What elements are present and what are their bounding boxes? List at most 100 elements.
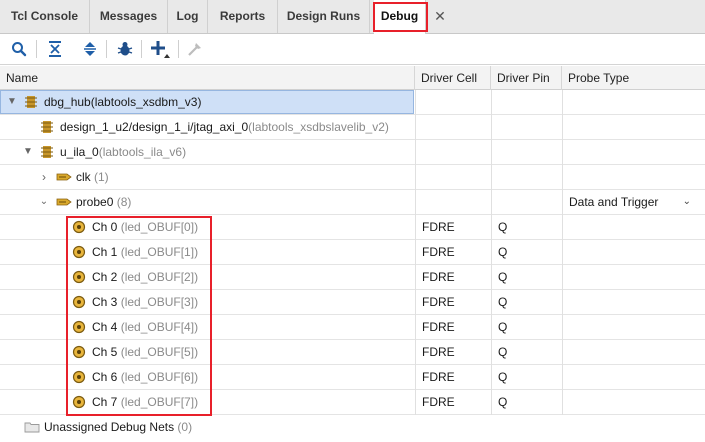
node-suffix: (8): [116, 195, 132, 209]
channel-net: (led_OBUF[2]): [120, 270, 199, 284]
node-suffix: (labtools_xsdbslavelib_v2): [248, 120, 389, 134]
net-icon: [72, 220, 86, 234]
collapse-all-icon[interactable]: [44, 38, 66, 60]
column-header-driver-pin[interactable]: Driver Pin: [491, 66, 562, 90]
tab-log[interactable]: Log: [168, 0, 208, 33]
table-row[interactable]: Ch 3 (led_OBUF[3]) FDRE Q: [0, 290, 705, 315]
tree-node-label: Ch 4 (led_OBUF[4]): [92, 315, 198, 339]
channel-name: Ch 0: [92, 220, 118, 234]
add-icon[interactable]: [148, 38, 170, 60]
tree-node-label: Ch 2 (led_OBUF[2]): [92, 265, 198, 289]
driver-cell-value: FDRE: [422, 370, 455, 384]
column-header-driver-cell[interactable]: Driver Cell: [415, 66, 491, 90]
channel-name: Ch 5: [92, 345, 118, 359]
tab-reports[interactable]: Reports: [208, 0, 278, 33]
driver-cell-value: FDRE: [422, 395, 455, 409]
node-suffix: (labtools_ila_v6): [98, 145, 187, 159]
table-row[interactable]: Ch 2 (led_OBUF[2]) FDRE Q: [0, 265, 705, 290]
table-header: Name Driver Cell Driver Pin Probe Type: [0, 66, 705, 90]
table-row[interactable]: Unassigned Debug Nets (0): [0, 415, 705, 440]
channel-net: (led_OBUF[7]): [120, 395, 199, 409]
node-name: dbg_hub: [44, 95, 91, 109]
table-row[interactable]: ▼ u_ila_0(labtools_ila_v6): [0, 140, 705, 165]
search-icon[interactable]: [8, 38, 30, 60]
column-divider: [562, 90, 563, 415]
driver-cell-value: FDRE: [422, 345, 455, 359]
table-row[interactable]: Ch 1 (led_OBUF[1]) FDRE Q: [0, 240, 705, 265]
toolbar-separator: [141, 40, 142, 58]
driver-pin-value: Q: [498, 220, 508, 234]
tab-design-runs[interactable]: Design Runs: [278, 0, 370, 33]
chevron-down-icon[interactable]: ▼: [6, 90, 18, 114]
driver-pin-value: Q: [498, 245, 508, 259]
probe-icon: [56, 195, 72, 209]
node-name: Unassigned Debug Nets: [44, 420, 175, 434]
tree-node-label: probe0 (8): [76, 190, 131, 214]
driver-cell-value: FDRE: [422, 320, 455, 334]
tree-node-label: Unassigned Debug Nets (0): [44, 415, 192, 439]
node-suffix: (labtools_xsdbm_v3): [90, 95, 202, 109]
channel-name: Ch 4: [92, 320, 118, 334]
node-name: design_1_u2/design_1_i/jtag_axi_0: [60, 120, 249, 134]
chevron-down-icon[interactable]: ⌄: [683, 190, 691, 214]
toolbar-separator: [106, 40, 107, 58]
debug-core-icon: [40, 145, 54, 159]
toolbar-separator: [36, 40, 37, 58]
debug-core-icon: [40, 120, 54, 134]
tree-node-label: Ch 5 (led_OBUF[5]): [92, 340, 198, 364]
node-name: probe0: [76, 195, 114, 209]
table-row[interactable]: Ch 4 (led_OBUF[4]) FDRE Q: [0, 315, 705, 340]
net-icon: [72, 270, 86, 284]
column-divider: [415, 90, 416, 415]
driver-pin-value: Q: [498, 345, 508, 359]
debug-icon[interactable]: [114, 38, 136, 60]
column-header-name[interactable]: Name: [0, 66, 415, 90]
channel-net: (led_OBUF[0]): [120, 220, 199, 234]
tab-messages[interactable]: Messages: [90, 0, 168, 33]
toolbar: [0, 34, 705, 65]
channel-name: Ch 2: [92, 270, 118, 284]
chevron-down-icon[interactable]: ▼: [22, 140, 34, 164]
table-row[interactable]: › clk (1): [0, 165, 705, 190]
channel-net: (led_OBUF[6]): [120, 370, 199, 384]
channel-name: Ch 7: [92, 395, 118, 409]
folder-icon: [24, 420, 40, 434]
node-name: clk: [76, 170, 91, 184]
close-icon[interactable]: ✕: [432, 8, 448, 24]
disabled-action-icon: [184, 38, 206, 60]
table-row[interactable]: Ch 0 (led_OBUF[0]) FDRE Q: [0, 215, 705, 240]
table-row[interactable]: ▼ dbg_hub(labtools_xsdbm_v3): [0, 90, 705, 115]
chevron-down-icon[interactable]: ⌄: [38, 190, 50, 214]
table-row[interactable]: Ch 6 (led_OBUF[6]) FDRE Q: [0, 365, 705, 390]
tab-tcl-console[interactable]: Tcl Console: [0, 0, 90, 33]
table-row[interactable]: ⌄ probe0 (8) Data and Trigger ⌄: [0, 190, 705, 215]
column-divider: [491, 90, 492, 415]
channel-net: (led_OBUF[1]): [120, 245, 199, 259]
debug-core-icon: [24, 95, 38, 109]
debug-tree-table: ▼ dbg_hub(labtools_xsdbm_v3) design_1_u2…: [0, 90, 705, 442]
expand-all-icon[interactable]: [79, 38, 101, 60]
tree-node-label: design_1_u2/design_1_i/jtag_axi_0(labtoo…: [60, 115, 389, 139]
tree-node-label: Ch 0 (led_OBUF[0]): [92, 215, 198, 239]
table-row[interactable]: Ch 7 (led_OBUF[7]) FDRE Q: [0, 390, 705, 415]
table-row[interactable]: Ch 5 (led_OBUF[5]) FDRE Q: [0, 340, 705, 365]
net-icon: [72, 295, 86, 309]
probe-icon: [56, 170, 72, 184]
tab-bar: Tcl Console Messages Log Reports Design …: [0, 0, 705, 34]
tree-node-label: clk (1): [76, 165, 109, 189]
tree-node-label: Ch 3 (led_OBUF[3]): [92, 290, 198, 314]
tab-debug[interactable]: Debug: [374, 0, 426, 34]
column-header-probe-type[interactable]: Probe Type: [562, 66, 705, 90]
channel-net: (led_OBUF[4]): [120, 320, 199, 334]
channel-net: (led_OBUF[3]): [120, 295, 199, 309]
probe-type-select[interactable]: Data and Trigger ⌄: [569, 190, 699, 214]
tree-node-label: Ch 1 (led_OBUF[1]): [92, 240, 198, 264]
driver-cell-value: FDRE: [422, 245, 455, 259]
table-row[interactable]: design_1_u2/design_1_i/jtag_axi_0(labtoo…: [0, 115, 705, 140]
driver-pin-value: Q: [498, 370, 508, 384]
toolbar-separator: [178, 40, 179, 58]
channel-name: Ch 3: [92, 295, 118, 309]
chevron-right-icon[interactable]: ›: [38, 165, 50, 189]
node-suffix: (1): [94, 170, 109, 184]
probe-type-value: Data and Trigger: [569, 195, 659, 209]
